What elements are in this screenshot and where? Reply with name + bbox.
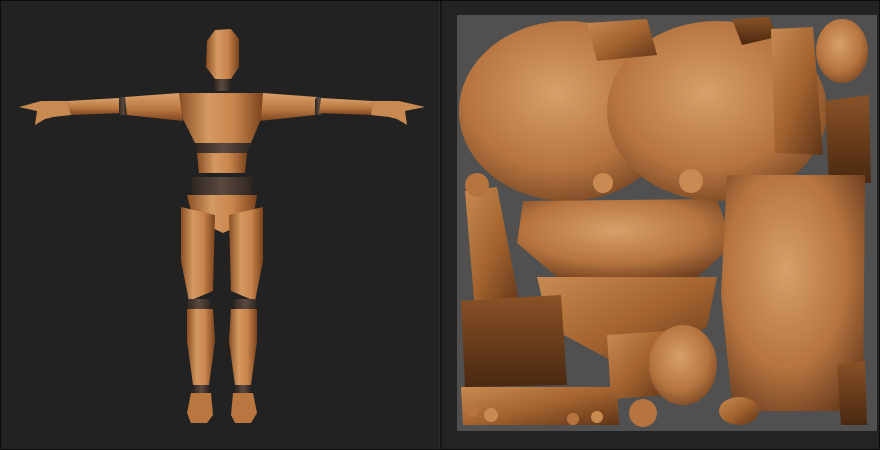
uv-island-egg bbox=[816, 19, 868, 83]
right-thigh bbox=[229, 207, 263, 301]
uv-canvas[interactable] bbox=[457, 15, 877, 431]
uv-island-pelvis bbox=[517, 199, 733, 277]
uv-islands[interactable] bbox=[457, 15, 877, 431]
uv-island-chip bbox=[484, 408, 498, 422]
right-ankle-joint bbox=[235, 385, 251, 393]
uv-island-chip bbox=[629, 399, 657, 427]
uv-island-thigh-left bbox=[465, 187, 521, 311]
hip-joint bbox=[191, 177, 253, 195]
left-forearm bbox=[67, 98, 123, 115]
uv-island-right-mid bbox=[825, 95, 871, 183]
uv-island-chip bbox=[467, 405, 479, 417]
uv-island-foot-left bbox=[461, 295, 567, 387]
uv-island-heel bbox=[719, 397, 759, 425]
right-knee-joint bbox=[233, 299, 257, 309]
head bbox=[206, 29, 239, 79]
right-forearm bbox=[319, 98, 373, 115]
uv-island-top-small bbox=[587, 19, 657, 61]
right-foot bbox=[231, 393, 257, 423]
uv-island-chip bbox=[593, 173, 613, 193]
uv-island-chip bbox=[465, 173, 489, 197]
left-shin bbox=[187, 309, 215, 385]
uv-island-chip bbox=[591, 411, 603, 423]
right-upper-arm bbox=[259, 93, 317, 121]
mannequin-model[interactable] bbox=[1, 1, 439, 449]
uv-island-chip bbox=[679, 169, 703, 193]
3d-viewport[interactable] bbox=[1, 1, 439, 449]
neck bbox=[214, 79, 230, 91]
right-shin bbox=[229, 309, 257, 385]
uv-island-knee bbox=[649, 325, 717, 405]
right-hand bbox=[371, 101, 425, 125]
left-ankle-joint bbox=[193, 385, 209, 393]
left-foot bbox=[187, 393, 213, 423]
left-knee-joint bbox=[187, 299, 211, 309]
abdomen bbox=[197, 153, 247, 173]
left-thigh bbox=[181, 207, 215, 301]
waist-joint bbox=[195, 143, 251, 153]
uv-island-right-bottom bbox=[837, 361, 867, 425]
chest bbox=[179, 93, 263, 143]
uv-island-right-top bbox=[771, 27, 823, 155]
app-window bbox=[0, 0, 880, 450]
left-hand bbox=[19, 101, 71, 125]
uv-editor[interactable] bbox=[442, 1, 879, 449]
uv-island-chip bbox=[567, 413, 579, 425]
left-upper-arm bbox=[125, 93, 183, 121]
